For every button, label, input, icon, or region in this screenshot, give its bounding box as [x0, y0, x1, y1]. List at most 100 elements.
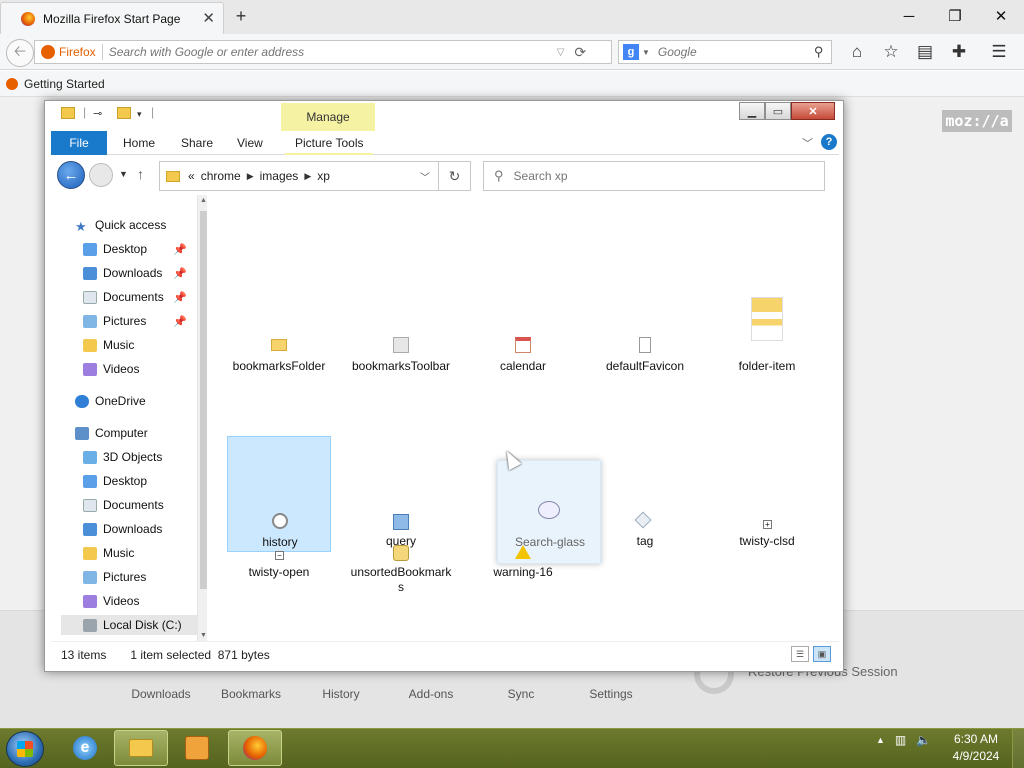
- refresh-button[interactable]: ↻: [439, 161, 471, 191]
- nav-computer-downloads[interactable]: Downloads: [83, 519, 162, 539]
- firefox-tab[interactable]: Mozilla Firefox Start Page ✕: [0, 2, 224, 34]
- nav-downloads[interactable]: Downloads: [83, 263, 162, 283]
- nav-computer-documents[interactable]: Documents: [83, 495, 164, 515]
- pin-icon[interactable]: 📌: [173, 291, 187, 304]
- nav-local-disk[interactable]: Local Disk (C:): [61, 615, 197, 635]
- explorer-close-button[interactable]: ✕: [791, 102, 835, 120]
- show-hidden-icons-icon[interactable]: ▲: [876, 735, 885, 745]
- launch-bookmarks[interactable]: Bookmarks: [206, 687, 296, 701]
- nav-documents[interactable]: Documents: [83, 287, 164, 307]
- explorer-forward-button[interactable]: [89, 163, 113, 187]
- nav-computer-desktop[interactable]: Desktop: [83, 471, 147, 491]
- file-item[interactable]: bookmarksFolder: [227, 339, 331, 405]
- pin-icon[interactable]: ⊸: [93, 107, 102, 120]
- network-icon[interactable]: ▥: [895, 733, 906, 747]
- launch-settings[interactable]: Settings: [566, 687, 656, 701]
- url-input[interactable]: [108, 45, 549, 59]
- tab-file[interactable]: File: [51, 131, 107, 155]
- back-button[interactable]: 🡠: [6, 39, 34, 67]
- taskbar-internet-explorer[interactable]: e: [58, 730, 112, 766]
- pin-icon[interactable]: 📌: [173, 267, 187, 280]
- scroll-thumb[interactable]: [200, 211, 207, 589]
- explorer-back-button[interactable]: ←: [57, 161, 85, 189]
- breadcrumb-chevron-icon[interactable]: ▶: [304, 171, 311, 182]
- tab-home[interactable]: Home: [113, 131, 165, 155]
- ribbon-expand-icon[interactable]: ﹀: [802, 135, 813, 151]
- address-dropdown-icon[interactable]: ﹀: [420, 169, 430, 184]
- file-item[interactable]: + twisty-clsd: [715, 436, 819, 552]
- file-item[interactable]: query: [349, 436, 453, 552]
- manage-tab[interactable]: Manage: [281, 103, 375, 131]
- bookmark-star-icon[interactable]: ☆: [880, 40, 902, 64]
- nav-computer-pictures[interactable]: Pictures: [83, 567, 146, 587]
- nav-computer[interactable]: Computer: [75, 423, 148, 443]
- nav-scrollbar[interactable]: ▲ ▼: [197, 195, 207, 641]
- show-desktop-button[interactable]: [1012, 729, 1024, 768]
- engine-dropdown-icon[interactable]: ▼: [642, 48, 650, 57]
- taskbar-clock[interactable]: 6:30 AM 4/9/2024: [946, 731, 1006, 765]
- tab-picture-tools[interactable]: Picture Tools: [285, 131, 374, 155]
- tab-close-icon[interactable]: ✕: [202, 9, 215, 27]
- nav-pictures[interactable]: Pictures: [83, 311, 146, 331]
- file-item-selected[interactable]: history: [227, 436, 331, 552]
- explorer-search-box[interactable]: ⚲: [483, 161, 825, 191]
- maximize-button[interactable]: ❐: [932, 0, 978, 32]
- address-bar[interactable]: « chrome ▶ images ▶ xp ﹀: [159, 161, 439, 191]
- bookmark-getting-started[interactable]: Getting Started: [24, 77, 105, 91]
- breadcrumb-overflow[interactable]: «: [188, 169, 195, 183]
- launch-downloads[interactable]: Downloads: [116, 687, 206, 701]
- file-item[interactable]: calendar: [471, 337, 575, 405]
- nav-computer-videos[interactable]: Videos: [83, 591, 139, 611]
- file-item[interactable]: folder-item: [715, 297, 819, 405]
- close-window-button[interactable]: ✕: [978, 0, 1024, 32]
- breadcrumb-chrome[interactable]: chrome: [201, 169, 241, 183]
- explorer-maximize-button[interactable]: ▭: [765, 102, 791, 120]
- start-button[interactable]: [6, 731, 44, 767]
- nav-videos[interactable]: Videos: [83, 359, 139, 379]
- nav-computer-music[interactable]: Music: [83, 543, 134, 563]
- file-item[interactable]: defaultFavicon: [593, 337, 697, 405]
- search-bar[interactable]: g ▼ ⚲: [618, 40, 832, 64]
- scroll-up-icon[interactable]: ▲: [200, 197, 207, 204]
- pin-icon[interactable]: 📌: [173, 243, 187, 256]
- new-tab-button[interactable]: +: [230, 4, 252, 28]
- help-icon[interactable]: ?: [821, 134, 837, 150]
- launch-sync[interactable]: Sync: [476, 687, 566, 701]
- details-view-icon[interactable]: ☰: [791, 646, 809, 662]
- launch-history[interactable]: History: [296, 687, 386, 701]
- addons-icon[interactable]: ✚: [948, 40, 970, 64]
- google-icon[interactable]: g: [623, 44, 639, 60]
- reload-icon[interactable]: ⟳: [574, 44, 586, 61]
- launch-addons[interactable]: Add-ons: [386, 687, 476, 701]
- explorer-minimize-button[interactable]: ▁: [739, 102, 765, 120]
- nav-quick-access[interactable]: ★ Quick access: [75, 215, 166, 235]
- file-item[interactable]: bookmarksToolbar: [349, 337, 453, 405]
- taskbar-firefox[interactable]: [228, 730, 282, 766]
- file-item[interactable]: − twisty-open: [227, 551, 331, 625]
- search-input[interactable]: [657, 45, 808, 59]
- file-item[interactable]: unsortedBookmarks: [349, 545, 453, 625]
- menu-icon[interactable]: ☰: [988, 40, 1010, 64]
- taskbar-file-explorer[interactable]: [114, 730, 168, 766]
- url-dropdown-icon[interactable]: ▽: [557, 47, 565, 58]
- nav-onedrive[interactable]: OneDrive: [75, 391, 146, 411]
- home-icon[interactable]: ⌂: [846, 40, 868, 64]
- minimize-button[interactable]: ─: [886, 0, 932, 32]
- nav-3d-objects[interactable]: 3D Objects: [83, 447, 162, 467]
- nav-desktop[interactable]: Desktop: [83, 239, 147, 259]
- file-item[interactable]: tag: [593, 436, 697, 552]
- recent-locations-icon[interactable]: ▼: [119, 169, 128, 179]
- up-arrow-icon[interactable]: ↑: [137, 166, 144, 182]
- tab-view[interactable]: View: [227, 131, 273, 155]
- file-item-hovered[interactable]: Search-glass: [497, 460, 601, 564]
- volume-muted-icon[interactable]: 🔈: [916, 733, 931, 747]
- url-bar[interactable]: Firefox ▽ ⟳: [34, 40, 612, 64]
- file-item[interactable]: warning-16: [471, 545, 575, 625]
- tab-share[interactable]: Share: [171, 131, 223, 155]
- new-folder-icon[interactable]: [117, 107, 131, 119]
- breadcrumb-xp[interactable]: xp: [317, 169, 330, 183]
- library-icon[interactable]: ▤: [914, 40, 936, 64]
- nav-music[interactable]: Music: [83, 335, 134, 355]
- breadcrumb-chevron-icon[interactable]: ▶: [247, 171, 254, 182]
- search-icon[interactable]: ⚲: [814, 44, 824, 60]
